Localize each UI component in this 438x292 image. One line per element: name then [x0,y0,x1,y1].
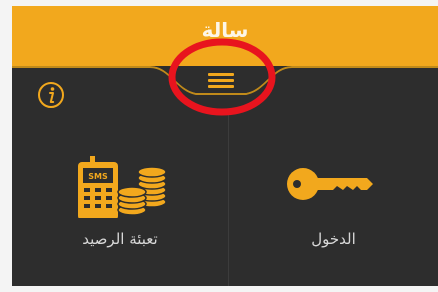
bottom-edge [0,286,438,292]
info-button[interactable] [36,80,66,110]
topup-balance-tile[interactable]: SMS تعبئة الرصيد [12,110,228,286]
app-screen: سالة SMS تعبئة الرصيد الدخول [0,0,438,292]
topup-balance-label: تعبئة الرصيد [82,230,158,248]
svg-text:SMS: SMS [88,172,108,181]
app-header: سالة [12,6,438,66]
header-title: سالة [201,18,249,42]
key-icon [287,168,373,200]
phone-coins-icon: SMS [78,156,167,218]
login-label: الدخول [311,230,356,248]
info-icon [38,82,64,108]
left-edge [0,0,12,292]
login-tile[interactable]: الدخول [229,110,438,286]
menu-toggle-button[interactable] [196,68,246,96]
